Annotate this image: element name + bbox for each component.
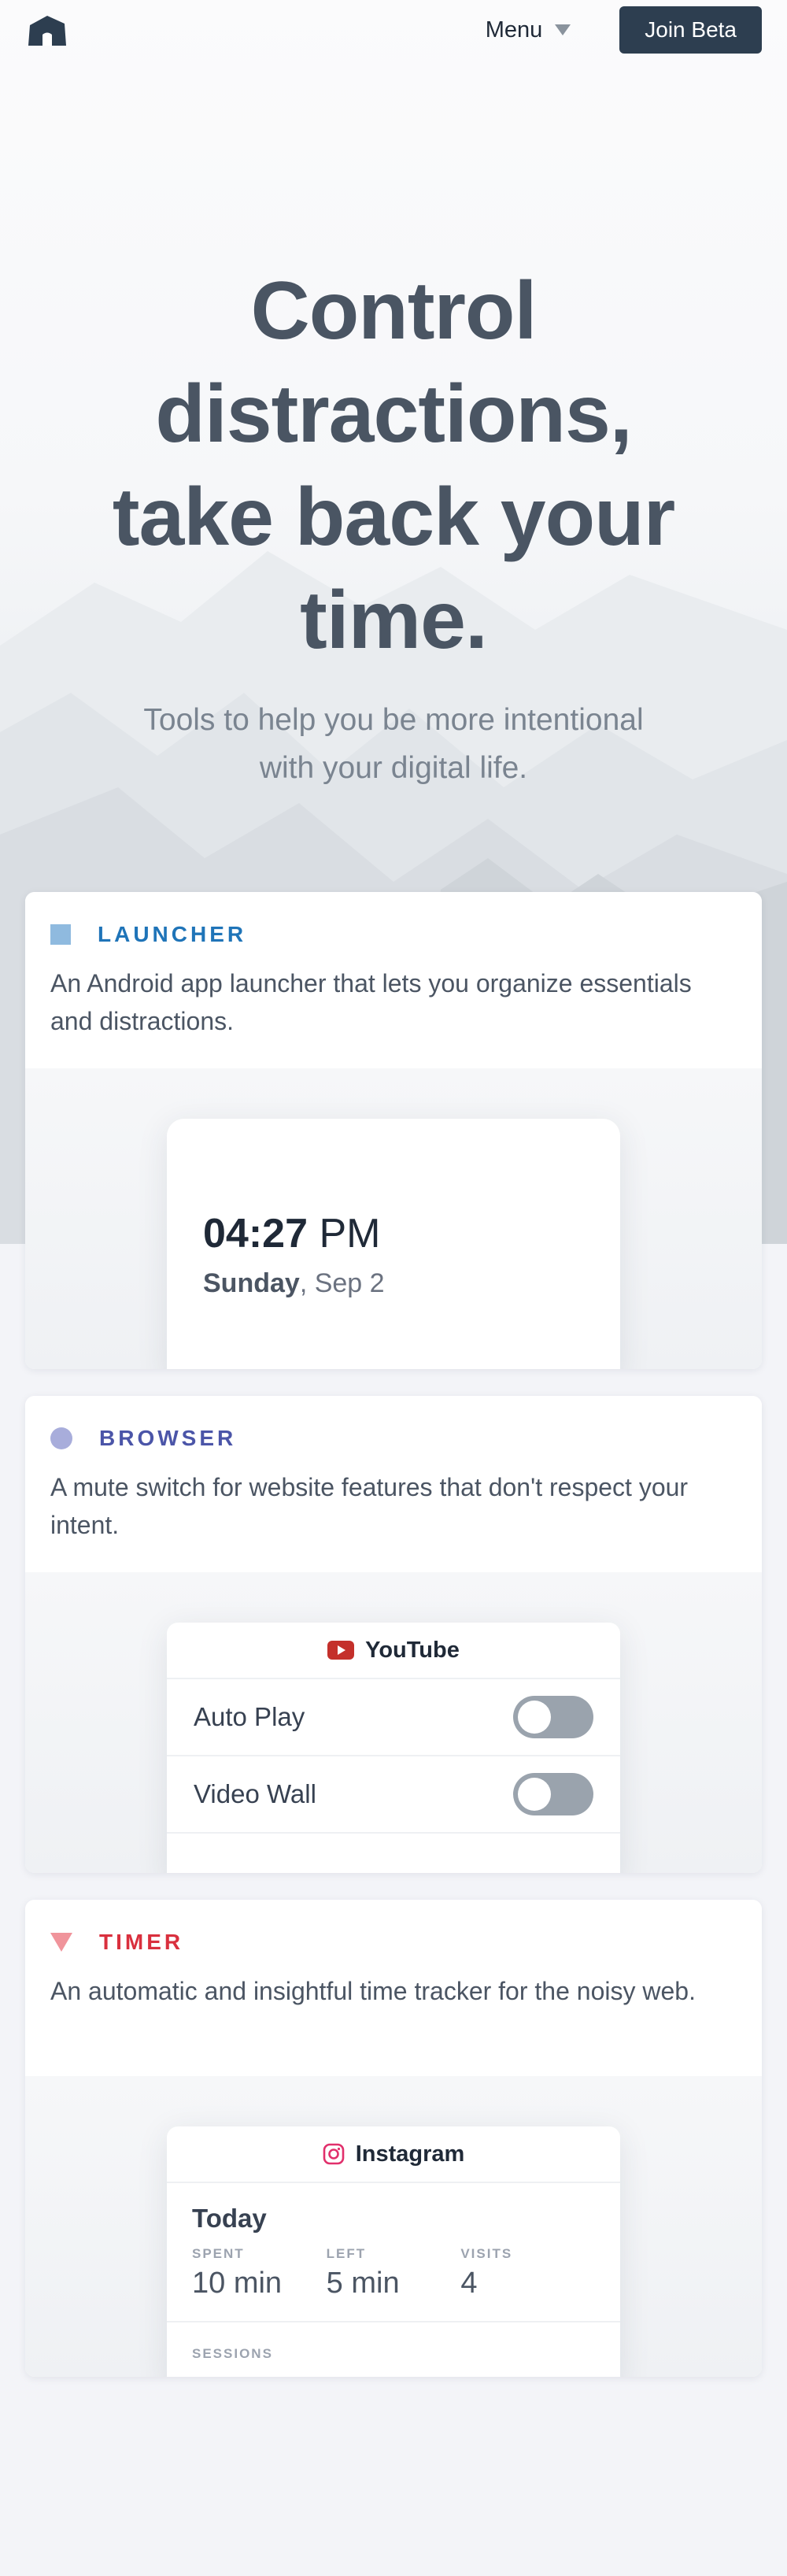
browser-card-header: BROWSER A mute switch for website featur… [25,1396,762,1572]
date-day: Sunday [203,1268,300,1298]
launcher-description: An Android app launcher that lets you or… [50,969,692,1035]
browser-card[interactable]: BROWSER A mute switch for website featur… [25,1396,762,1873]
toggle-row-video-wall: Video Wall [167,1756,620,1834]
stat-label: VISITS [460,2246,513,2261]
stat-value: 10 min [192,2267,283,2300]
menu-label: Menu [485,17,543,43]
stat-left: LEFT 5 min [327,2246,461,2300]
sessions-label: SESSIONS [167,2321,620,2362]
hero-title-line: take back your [112,472,675,563]
hero-title-line: distractions, [155,368,632,460]
toggle-label: Video Wall [194,1779,316,1808]
launcher-phone-mockup: 04:27 PM Sunday, Sep 2 [167,1119,620,1369]
instagram-icon [323,2143,344,2165]
hero-subtitle: Tools to help you be more intentional wi… [94,696,693,792]
browser-site-panel: YouTube Auto Play Video Wall [167,1623,620,1873]
timer-description: An automatic and insightful time tracker… [50,1977,696,2005]
top-navigation: Menu Join Beta [0,0,787,60]
stat-label: LEFT [326,2246,367,2261]
browser-label-row: BROWSER [50,1426,737,1451]
square-icon [50,924,71,945]
caret-down-icon [555,24,571,35]
menu-button[interactable]: Menu [486,17,571,43]
timer-preview: Instagram Today SPENT 10 min LEFT 5 min … [25,2076,762,2377]
stat-visits: VISITS 4 [460,2246,595,2300]
video-wall-toggle[interactable] [513,1773,593,1815]
site-name: YouTube [365,1637,460,1663]
toggle-label: Auto Play [194,1702,305,1731]
clock-time: 04:27 [203,1211,308,1257]
clock-display: 04:27 PM [203,1210,380,1257]
timer-card-header: TIMER An automatic and insightful time t… [25,1900,762,2076]
triangle-down-icon [50,1933,72,1952]
timer-site-panel: Instagram Today SPENT 10 min LEFT 5 min … [167,2126,620,2377]
toggle-row-autoplay: Auto Play [167,1679,620,1756]
site-header: Instagram [167,2126,620,2183]
timer-label-row: TIMER [50,1930,737,1955]
youtube-icon [327,1641,355,1660]
hero-subtitle-line: Tools to help you be more intentional [143,703,644,737]
hero-subtitle-line: with your digital life. [259,751,528,785]
stat-spent: SPENT 10 min [192,2246,327,2300]
date-date: , Sep 2 [299,1268,385,1298]
date-display: Sunday, Sep 2 [203,1268,385,1299]
usage-stats: SPENT 10 min LEFT 5 min VISITS 4 [167,2234,620,2300]
timer-label: TIMER [99,1930,184,1954]
hero-title: Control distractions, take back your tim… [79,260,708,672]
stat-label: SPENT [192,2246,245,2261]
stat-value: 5 min [326,2267,400,2300]
autoplay-toggle[interactable] [513,1696,593,1738]
hero-title-line: Control [250,265,538,357]
launcher-preview: 04:27 PM Sunday, Sep 2 [25,1068,762,1369]
timer-card[interactable]: TIMER An automatic and insightful time t… [25,1900,762,2377]
launcher-card-header: LAUNCHER An Android app launcher that le… [25,892,762,1068]
circle-icon [50,1427,72,1449]
cabin-logo-icon[interactable] [25,13,69,47]
browser-label: BROWSER [99,1426,237,1450]
clock-ampm: PM [319,1211,381,1257]
stat-value: 4 [460,2267,478,2300]
browser-preview: YouTube Auto Play Video Wall [25,1572,762,1873]
hero-title-line: time. [300,575,488,666]
browser-description: A mute switch for website features that … [50,1473,689,1539]
period-heading: Today [192,2204,267,2233]
launcher-card[interactable]: LAUNCHER An Android app launcher that le… [25,892,762,1369]
site-header: YouTube [167,1623,620,1679]
launcher-label-row: LAUNCHER [50,922,737,947]
join-beta-button[interactable]: Join Beta [619,6,762,54]
site-name: Instagram [355,2141,465,2167]
nav-actions: Menu Join Beta [486,6,762,54]
launcher-label: LAUNCHER [98,922,247,946]
